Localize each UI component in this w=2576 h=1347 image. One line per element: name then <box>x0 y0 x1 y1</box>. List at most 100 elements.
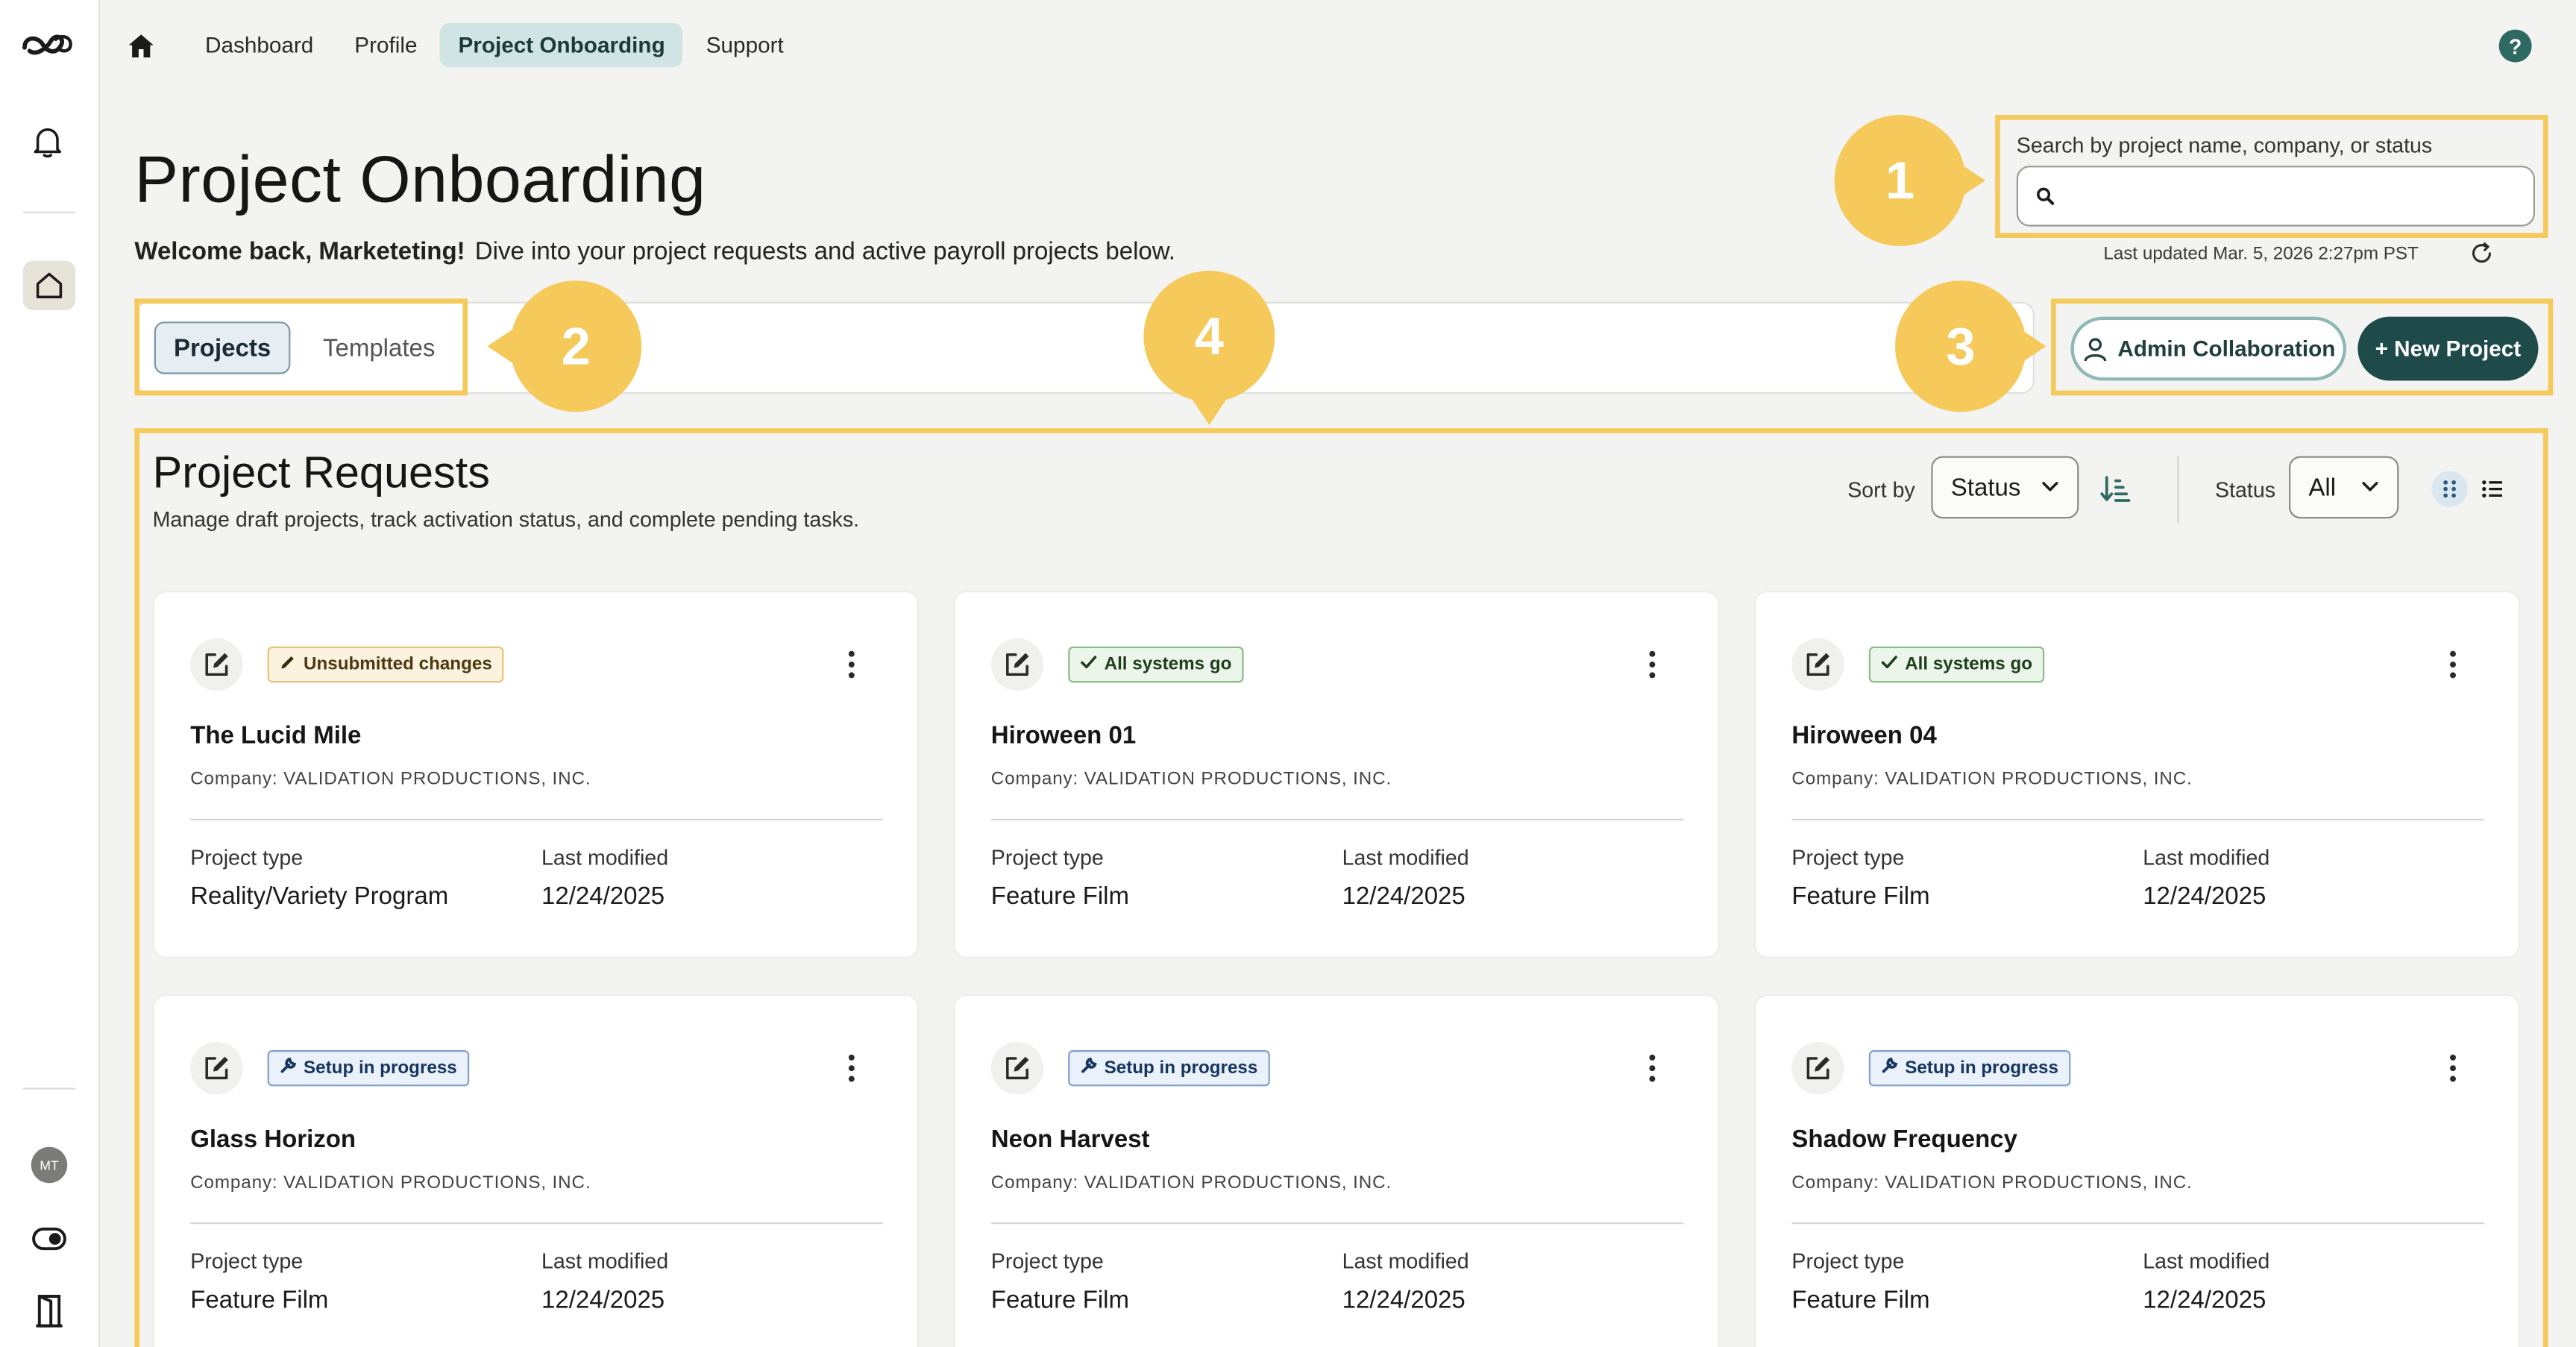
project-type-label: Project type <box>190 845 304 870</box>
last-modified-label: Last modified <box>541 845 669 870</box>
project-name[interactable]: Neon Harvest <box>991 1125 1150 1153</box>
status-badge-label: Setup in progress <box>1905 1058 2058 1078</box>
kebab-menu-icon[interactable] <box>1641 648 1664 681</box>
status-badge: Setup in progress <box>267 1050 469 1087</box>
kebab-menu-icon[interactable] <box>2442 1052 2465 1084</box>
nav-link-project-onboarding[interactable]: Project Onboarding <box>440 22 683 68</box>
requests-subtitle: Manage draft projects, track activation … <box>152 506 860 532</box>
status-badge: Unsubmitted changes <box>267 646 504 683</box>
badge-icon <box>1080 653 1098 676</box>
status-badge-label: All systems go <box>1905 654 2033 675</box>
avatar[interactable]: MT <box>31 1146 68 1184</box>
badge-icon <box>279 1057 297 1080</box>
callout-4: 4 <box>1143 271 1275 425</box>
edit-glyph <box>1806 1056 1829 1080</box>
badge-icon <box>1880 1057 1898 1080</box>
bell-icon[interactable] <box>30 123 66 159</box>
project-type-value: Feature Film <box>1791 1286 1930 1315</box>
nav-link-profile[interactable]: Profile <box>336 23 436 67</box>
status-badge-label: All systems go <box>1104 654 1232 675</box>
badge-icon <box>1080 1057 1098 1080</box>
chevron-down-icon <box>2362 482 2378 492</box>
home-icon[interactable] <box>125 30 157 63</box>
sort-direction-icon[interactable] <box>2099 473 2132 506</box>
edit-icon[interactable] <box>190 638 243 691</box>
kebab-menu-icon[interactable] <box>840 1052 863 1084</box>
logo-icon[interactable] <box>19 26 75 62</box>
admin-collaboration-label: Admin Collaboration <box>2117 336 2336 361</box>
edit-glyph <box>1806 653 1829 676</box>
project-name[interactable]: Hiroween 04 <box>1791 722 1936 750</box>
callout-3-number: 3 <box>1946 315 1976 375</box>
last-modified-label: Last modified <box>1342 1249 1469 1274</box>
status-badge-label: Setup in progress <box>304 1058 457 1078</box>
search-section: Search by project name, company, or stat… <box>1995 115 2548 238</box>
last-modified-value: 12/24/2025 <box>2143 882 2266 911</box>
last-updated-text: Last updated Mar. 5, 2026 2:27pm PST <box>2103 244 2419 265</box>
status-badge-label: Unsubmitted changes <box>304 654 492 675</box>
project-card[interactable]: Setup in progress Glass Horizon Company:… <box>152 994 920 1347</box>
last-modified-value: 12/24/2025 <box>1342 1286 1466 1315</box>
edit-icon[interactable] <box>1791 638 1844 691</box>
admin-collaboration-button[interactable]: Admin Collaboration <box>2070 316 2346 381</box>
project-card[interactable]: Unsubmitted changes The Lucid Mile Compa… <box>152 591 920 958</box>
last-modified-label: Last modified <box>541 1249 669 1274</box>
kebab-menu-icon[interactable] <box>840 648 863 681</box>
status-badge: All systems go <box>1068 646 1243 683</box>
rail-divider <box>22 211 76 213</box>
list-view-icon[interactable] <box>2479 476 2505 502</box>
project-name[interactable]: Glass Horizon <box>190 1125 356 1153</box>
badge-icon <box>1880 653 1898 676</box>
toggle-icon[interactable] <box>31 1225 67 1252</box>
project-company: Company: VALIDATION PRODUCTIONS, INC. <box>1791 1173 2193 1193</box>
project-card[interactable]: All systems go Hiroween 04 Company: VALI… <box>1753 591 2521 958</box>
edit-icon[interactable] <box>990 1042 1044 1095</box>
status-filter-select[interactable]: All <box>2289 456 2399 519</box>
project-card[interactable]: Setup in progress Shadow Frequency Compa… <box>1753 994 2521 1347</box>
new-project-button[interactable]: + New Project <box>2357 316 2539 381</box>
sort-select[interactable]: Status <box>1931 456 2079 519</box>
refresh-icon[interactable] <box>2469 241 2494 266</box>
door-icon[interactable] <box>34 1293 64 1329</box>
badge-icon <box>279 653 297 676</box>
tab-projects[interactable]: Projects <box>154 321 291 374</box>
project-type-value: Feature Film <box>1791 882 1930 911</box>
page-title: Project Onboarding <box>134 144 706 217</box>
project-card[interactable]: All systems go Hiroween 01 Company: VALI… <box>953 591 1720 958</box>
grid-dots-glyph <box>2443 480 2456 498</box>
project-card[interactable]: Setup in progress Neon Harvest Company: … <box>953 994 1720 1347</box>
edit-icon[interactable] <box>190 1042 243 1095</box>
welcome-bold: Welcome back, Marketeting! <box>134 238 465 266</box>
project-type-label: Project type <box>990 1249 1104 1274</box>
search-input[interactable] <box>2067 174 2510 220</box>
help-icon[interactable]: ? <box>2498 29 2532 63</box>
project-name[interactable]: The Lucid Mile <box>190 722 361 750</box>
nav-link-dashboard[interactable]: Dashboard <box>187 23 332 67</box>
edit-icon[interactable] <box>990 638 1044 691</box>
card-divider <box>990 1222 1684 1225</box>
callout-1: 1 <box>1834 115 1985 246</box>
project-company: Company: VALIDATION PRODUCTIONS, INC. <box>990 1173 1392 1193</box>
status-badge-label: Setup in progress <box>1104 1058 1258 1078</box>
search-box[interactable] <box>2016 166 2535 227</box>
rail-home-button[interactable] <box>22 260 76 310</box>
project-name[interactable]: Shadow Frequency <box>1791 1125 2017 1153</box>
nav-link-support[interactable]: Support <box>688 23 802 67</box>
edit-glyph <box>1006 653 1029 676</box>
project-company: Company: VALIDATION PRODUCTIONS, INC. <box>190 769 591 790</box>
project-name[interactable]: Hiroween 01 <box>991 722 1136 750</box>
callout-2-pointer <box>487 326 517 366</box>
tab-templates[interactable]: Templates <box>304 321 454 374</box>
home-icon <box>36 272 63 298</box>
edit-icon[interactable] <box>1791 1042 1844 1095</box>
top-nav: Dashboard Profile Project Onboarding Sup… <box>125 22 806 68</box>
edit-glyph <box>205 653 228 676</box>
card-divider <box>1791 1222 2484 1225</box>
grid-view-icon[interactable] <box>2431 471 2468 507</box>
kebab-menu-icon[interactable] <box>1641 1052 1664 1084</box>
project-type-label: Project type <box>1791 1249 1905 1274</box>
left-rail: MT <box>0 0 101 1347</box>
sort-label: Sort by <box>1847 477 1915 503</box>
kebab-menu-icon[interactable] <box>2442 648 2465 681</box>
project-company: Company: VALIDATION PRODUCTIONS, INC. <box>990 769 1392 790</box>
